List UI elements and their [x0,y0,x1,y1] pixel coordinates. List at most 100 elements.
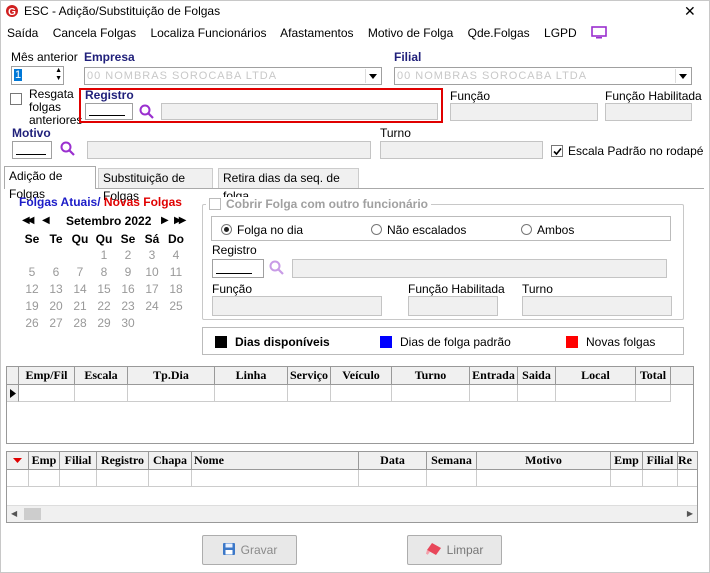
close-icon[interactable]: ✕ [684,3,696,20]
escala-grid[interactable]: Emp/Fil Escala Tp.Dia Linha Serviço Veíc… [6,366,694,444]
calendar-day[interactable]: 10 [140,263,164,280]
calendar-day[interactable]: 27 [44,314,68,331]
scroll-right-icon[interactable]: ▶ [687,509,693,518]
col-header[interactable]: Re [678,452,697,469]
empresa-select[interactable]: 00 NOMBRAS SOROCABA LTDA [84,67,382,85]
escala-checkbox[interactable] [551,144,568,158]
calendar-day[interactable]: 17 [140,280,164,297]
filial-select[interactable]: 00 NOMBRAS SOROCABA LTDA [394,67,692,85]
calendar-day[interactable]: 23 [116,297,140,314]
horizontal-scrollbar[interactable]: ◀ ▶ [7,505,697,522]
calendar-day[interactable] [140,314,164,331]
calendar-day[interactable]: 29 [92,314,116,331]
calendar-day[interactable]: 16 [116,280,140,297]
scroll-left-icon[interactable]: ◀ [11,509,17,518]
chevron-down-icon[interactable] [675,69,690,83]
col-header[interactable]: Veículo [331,367,392,384]
col-header[interactable]: Semana [427,452,477,469]
calendar-day[interactable]: 11 [164,263,188,280]
menu-localiza-funcionarios[interactable]: Localiza Funcionários [150,26,266,40]
sort-indicator[interactable] [7,452,29,469]
scroll-thumb[interactable] [24,508,41,520]
calendar-day[interactable]: 20 [44,297,68,314]
tab-adicao[interactable]: Adição de Folgas [4,166,96,201]
col-header[interactable]: Emp [611,452,643,469]
calendar-day[interactable] [44,246,68,263]
search-icon[interactable] [139,104,155,123]
radio-ambos[interactable]: Ambos [521,223,574,237]
monitor-icon[interactable] [591,26,607,42]
col-header[interactable]: Linha [215,367,288,384]
col-header[interactable]: Escala [75,367,128,384]
table-row[interactable] [7,470,697,487]
col-header[interactable]: Local [556,367,636,384]
calendar-day[interactable]: 18 [164,280,188,297]
prev-month-icon[interactable]: ◀ [42,215,50,226]
calendar-day[interactable]: 28 [68,314,92,331]
col-header[interactable]: Tp.Dia [128,367,215,384]
calendar-day[interactable]: 26 [20,314,44,331]
spin-down-icon[interactable]: ▼ [55,75,62,83]
calendar-day[interactable]: 3 [140,246,164,263]
motivo-input[interactable] [12,141,52,159]
next-year-icon[interactable]: ▶▶ [174,215,187,226]
search-icon[interactable] [269,260,285,279]
col-header[interactable]: Motivo [477,452,611,469]
col-header[interactable]: Entrada [470,367,518,384]
calendar-day[interactable]: 5 [20,263,44,280]
calendar-day[interactable]: 8 [92,263,116,280]
calendar-day[interactable]: 21 [68,297,92,314]
calendar-day[interactable]: 4 [164,246,188,263]
col-header[interactable]: Nome [192,452,359,469]
registro-input[interactable] [85,103,133,120]
mes-anterior-spin[interactable]: 1 ▲ ▼ [11,66,64,85]
calendar-day[interactable]: 30 [116,314,140,331]
calendar-day[interactable]: 2 [116,246,140,263]
calendar-day[interactable]: 7 [68,263,92,280]
search-icon[interactable] [60,141,76,160]
prev-year-icon[interactable]: ◀◀ [22,215,35,226]
col-header[interactable]: Registro [97,452,149,469]
spin-up-icon[interactable]: ▲ [55,67,62,75]
calendar-day[interactable]: 13 [44,280,68,297]
calendar-day[interactable]: 19 [20,297,44,314]
limpar-button[interactable]: Limpar [407,535,502,565]
calendar-day[interactable]: 6 [44,263,68,280]
col-header[interactable]: Turno [392,367,470,384]
cobrir-folga-checkbox[interactable] [209,198,221,210]
table-row[interactable] [7,385,693,402]
radio-nao-escalados[interactable]: Não escalados [371,223,466,237]
tab-retira-dias[interactable]: Retira dias da seq. de folga [218,168,359,203]
menu-saida[interactable]: Saída [7,26,38,40]
menu-cancela-folgas[interactable]: Cancela Folgas [53,26,136,40]
col-header[interactable]: Emp [29,452,60,469]
calendar-day[interactable]: 25 [164,297,188,314]
col-header[interactable]: Filial [643,452,678,469]
radio-folga-no-dia[interactable]: Folga no dia [221,223,303,237]
calendar-day[interactable]: 9 [116,263,140,280]
folgas-grid[interactable]: Emp Filial Registro Chapa Nome Data Sema… [6,451,698,523]
col-header[interactable]: Chapa [149,452,192,469]
col-header[interactable]: Total [636,367,671,384]
menu-afastamentos[interactable]: Afastamentos [280,26,353,40]
calendar-day[interactable]: 24 [140,297,164,314]
cobrir-registro-input[interactable] [212,259,264,278]
chevron-down-icon[interactable] [365,69,380,83]
col-header[interactable]: Serviço [288,367,331,384]
col-header[interactable]: Filial [60,452,97,469]
menu-motivo-de-folga[interactable]: Motivo de Folga [368,26,453,40]
resgata-checkbox[interactable] [10,92,27,106]
calendar-day[interactable]: 1 [92,246,116,263]
calendar-day[interactable]: 15 [92,280,116,297]
calendar-day[interactable] [68,246,92,263]
next-month-icon[interactable]: ▶ [161,215,169,226]
menu-qde-folgas[interactable]: Qde.Folgas [468,26,530,40]
tab-substituicao[interactable]: Substituição de Folgas [98,168,213,203]
menu-lgpd[interactable]: LGPD [544,26,577,40]
calendar-day[interactable] [20,246,44,263]
calendar-day[interactable]: 12 [20,280,44,297]
calendar-day[interactable]: 22 [92,297,116,314]
col-header[interactable]: Emp/Fil [19,367,75,384]
col-header[interactable]: Saida [518,367,556,384]
calendar-day[interactable]: 14 [68,280,92,297]
